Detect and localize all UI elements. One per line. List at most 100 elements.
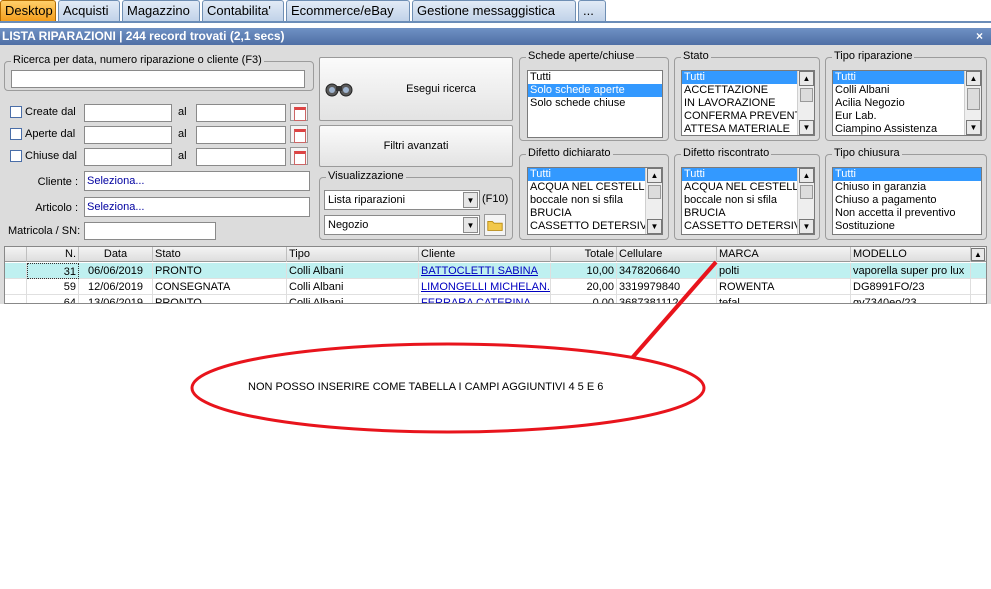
matricola-input[interactable] (84, 222, 216, 240)
tab-messaggistica[interactable]: Gestione messaggistica (412, 0, 576, 22)
scrollbar[interactable]: ▲ ▼ (797, 168, 814, 234)
row-selector[interactable] (5, 263, 27, 279)
list-item[interactable]: boccale non si sfila (682, 194, 797, 207)
cell-cliente-link[interactable]: LIMONGELLI MICHELAN... (419, 279, 551, 295)
list-item[interactable]: Chiuso a pagamento (833, 194, 981, 207)
col-header-stato[interactable]: Stato (153, 247, 287, 262)
calendar-icon[interactable] (290, 125, 308, 143)
stato-listbox[interactable]: Tutti ACCETTAZIONE IN LAVORAZIONE CONFER… (681, 70, 815, 136)
scroll-thumb[interactable] (800, 185, 813, 199)
scrollbar[interactable]: ▲ ▼ (645, 168, 662, 234)
created-from-input[interactable] (84, 104, 172, 122)
list-item[interactable]: boccale non si sfila (528, 194, 645, 207)
tab-magazzino[interactable]: Magazzino (122, 0, 200, 22)
scroll-down-icon[interactable]: ▼ (647, 219, 662, 234)
list-item[interactable]: Ciampino Assistenza (833, 123, 964, 135)
col-header-cellulare[interactable]: Cellulare (617, 247, 717, 262)
cell-cliente-link[interactable]: FERRARA CATERINA (419, 295, 551, 303)
row-selector[interactable] (5, 295, 27, 303)
list-item[interactable]: Colli Albani (833, 84, 964, 97)
scroll-down-icon[interactable]: ▼ (799, 120, 814, 135)
close-icon[interactable]: × (976, 28, 983, 45)
cell-cliente-link[interactable]: BATTOCLETTI SABINA (419, 263, 551, 279)
list-item[interactable]: Chiuso in garanzia (833, 181, 981, 194)
created-to-input[interactable] (196, 104, 286, 122)
list-item[interactable]: CONFERMA PREVENTIVO (682, 110, 797, 123)
folder-button[interactable] (484, 214, 506, 236)
list-item[interactable]: Acilia Negozio (833, 97, 964, 110)
tab-desktop[interactable]: Desktop (0, 0, 56, 22)
list-item[interactable]: ACCETTAZIONE (682, 84, 797, 97)
scrollbar[interactable]: ▲ ▼ (797, 71, 814, 135)
closed-from-input[interactable] (84, 148, 172, 166)
scroll-up-icon[interactable]: ▲ (971, 248, 985, 261)
list-item[interactable]: Tutti (833, 71, 964, 84)
tab-acquisti[interactable]: Acquisti (58, 0, 120, 22)
schede-listbox[interactable]: Tutti Solo schede aperte Solo schede chi… (527, 70, 663, 138)
scroll-up-icon[interactable]: ▲ (799, 71, 814, 86)
scrollbar[interactable]: ▲ ▼ (964, 71, 981, 135)
scroll-down-icon[interactable]: ▼ (799, 219, 814, 234)
row-selector[interactable] (5, 279, 27, 295)
list-item[interactable]: Eur Lab. (833, 110, 964, 123)
list-item[interactable]: BRUCIA (682, 207, 797, 220)
col-header-cliente[interactable]: Cliente (419, 247, 551, 262)
opened-to-input[interactable] (196, 126, 286, 144)
list-item[interactable]: CASSETTO DETERSIVO (682, 220, 797, 233)
articolo-field[interactable]: Seleziona... (84, 197, 310, 217)
list-item[interactable]: Tutti (528, 168, 645, 181)
list-item[interactable]: ACQUA NEL CESTELLO (528, 181, 645, 194)
calendar-icon[interactable] (290, 103, 308, 121)
list-item[interactable]: Solo schede aperte (528, 84, 662, 97)
opened-from-input[interactable] (84, 126, 172, 144)
col-header-modello[interactable]: MODELLO (851, 247, 971, 262)
table-row[interactable]: 59 12/06/2019 CONSEGNATA Colli Albani LI… (5, 279, 986, 295)
list-item[interactable]: Tutti (528, 71, 662, 84)
list-item[interactable]: IN LAVORAZIONE (682, 97, 797, 110)
list-item[interactable]: ATTESA MATERIALE (682, 123, 797, 135)
view-select[interactable]: Lista riparazioni ▼ (324, 190, 480, 210)
list-item[interactable]: Tutti (833, 168, 981, 181)
closed-checkbox[interactable] (10, 150, 22, 162)
tab-ecommerce[interactable]: Ecommerce/eBay (286, 0, 410, 22)
list-item[interactable]: Non accetta il preventivo (833, 207, 981, 220)
table-row[interactable]: 31 06/06/2019 PRONTO Colli Albani BATTOC… (5, 263, 986, 279)
scroll-up-icon[interactable]: ▲ (799, 168, 814, 183)
list-item[interactable]: BRUCIA (528, 207, 645, 220)
search-input[interactable] (11, 70, 305, 88)
calendar-icon[interactable] (290, 147, 308, 165)
scroll-thumb[interactable] (648, 185, 661, 199)
cell-cellulare: 3319979840 (617, 279, 717, 295)
scroll-up-icon[interactable]: ▲ (647, 168, 662, 183)
col-header-marca[interactable]: MARCA (717, 247, 851, 262)
col-header-n[interactable]: N. (27, 247, 79, 262)
list-item[interactable]: Solo schede chiuse (528, 97, 662, 110)
closed-to-input[interactable] (196, 148, 286, 166)
tab-contabilita[interactable]: Contabilita' (202, 0, 284, 22)
tipo-riparazione-listbox[interactable]: Tutti Colli Albani Acilia Negozio Eur La… (832, 70, 982, 136)
search-button[interactable]: Esegui ricerca (319, 57, 513, 121)
table-row[interactable]: 64 13/06/2019 PRONTO Colli Albani FERRAR… (5, 295, 986, 303)
tipo-chiusura-listbox[interactable]: Tutti Chiuso in garanzia Chiuso a pagame… (832, 167, 982, 235)
difetto-dichiarato-listbox[interactable]: Tutti ACQUA NEL CESTELLO boccale non si … (527, 167, 663, 235)
list-item[interactable]: Sostituzione (833, 220, 981, 233)
scroll-down-icon[interactable]: ▼ (966, 120, 981, 135)
col-header-data[interactable]: Data (79, 247, 153, 262)
advanced-filters-button[interactable]: Filtri avanzati (319, 125, 513, 167)
difetto-riscontrato-listbox[interactable]: Tutti ACQUA NEL CESTELLO boccale non si … (681, 167, 815, 235)
list-item[interactable]: ACQUA NEL CESTELLO (682, 181, 797, 194)
col-header-totale[interactable]: Totale (551, 247, 617, 262)
list-item[interactable]: Tutti (682, 71, 797, 84)
list-item[interactable]: CASSETTO DETERSIVO (528, 220, 645, 233)
location-select[interactable]: Negozio ▼ (324, 215, 480, 235)
created-checkbox[interactable] (10, 106, 22, 118)
cliente-field[interactable]: Seleziona... (84, 171, 310, 191)
tab-more[interactable]: ... (578, 0, 606, 22)
cell-stato: PRONTO (153, 295, 287, 303)
col-header-tipo[interactable]: Tipo (287, 247, 419, 262)
list-item[interactable]: Tutti (682, 168, 797, 181)
scroll-thumb[interactable] (967, 88, 980, 110)
scroll-thumb[interactable] (800, 88, 813, 102)
scroll-up-icon[interactable]: ▲ (966, 71, 981, 86)
opened-checkbox[interactable] (10, 128, 22, 140)
